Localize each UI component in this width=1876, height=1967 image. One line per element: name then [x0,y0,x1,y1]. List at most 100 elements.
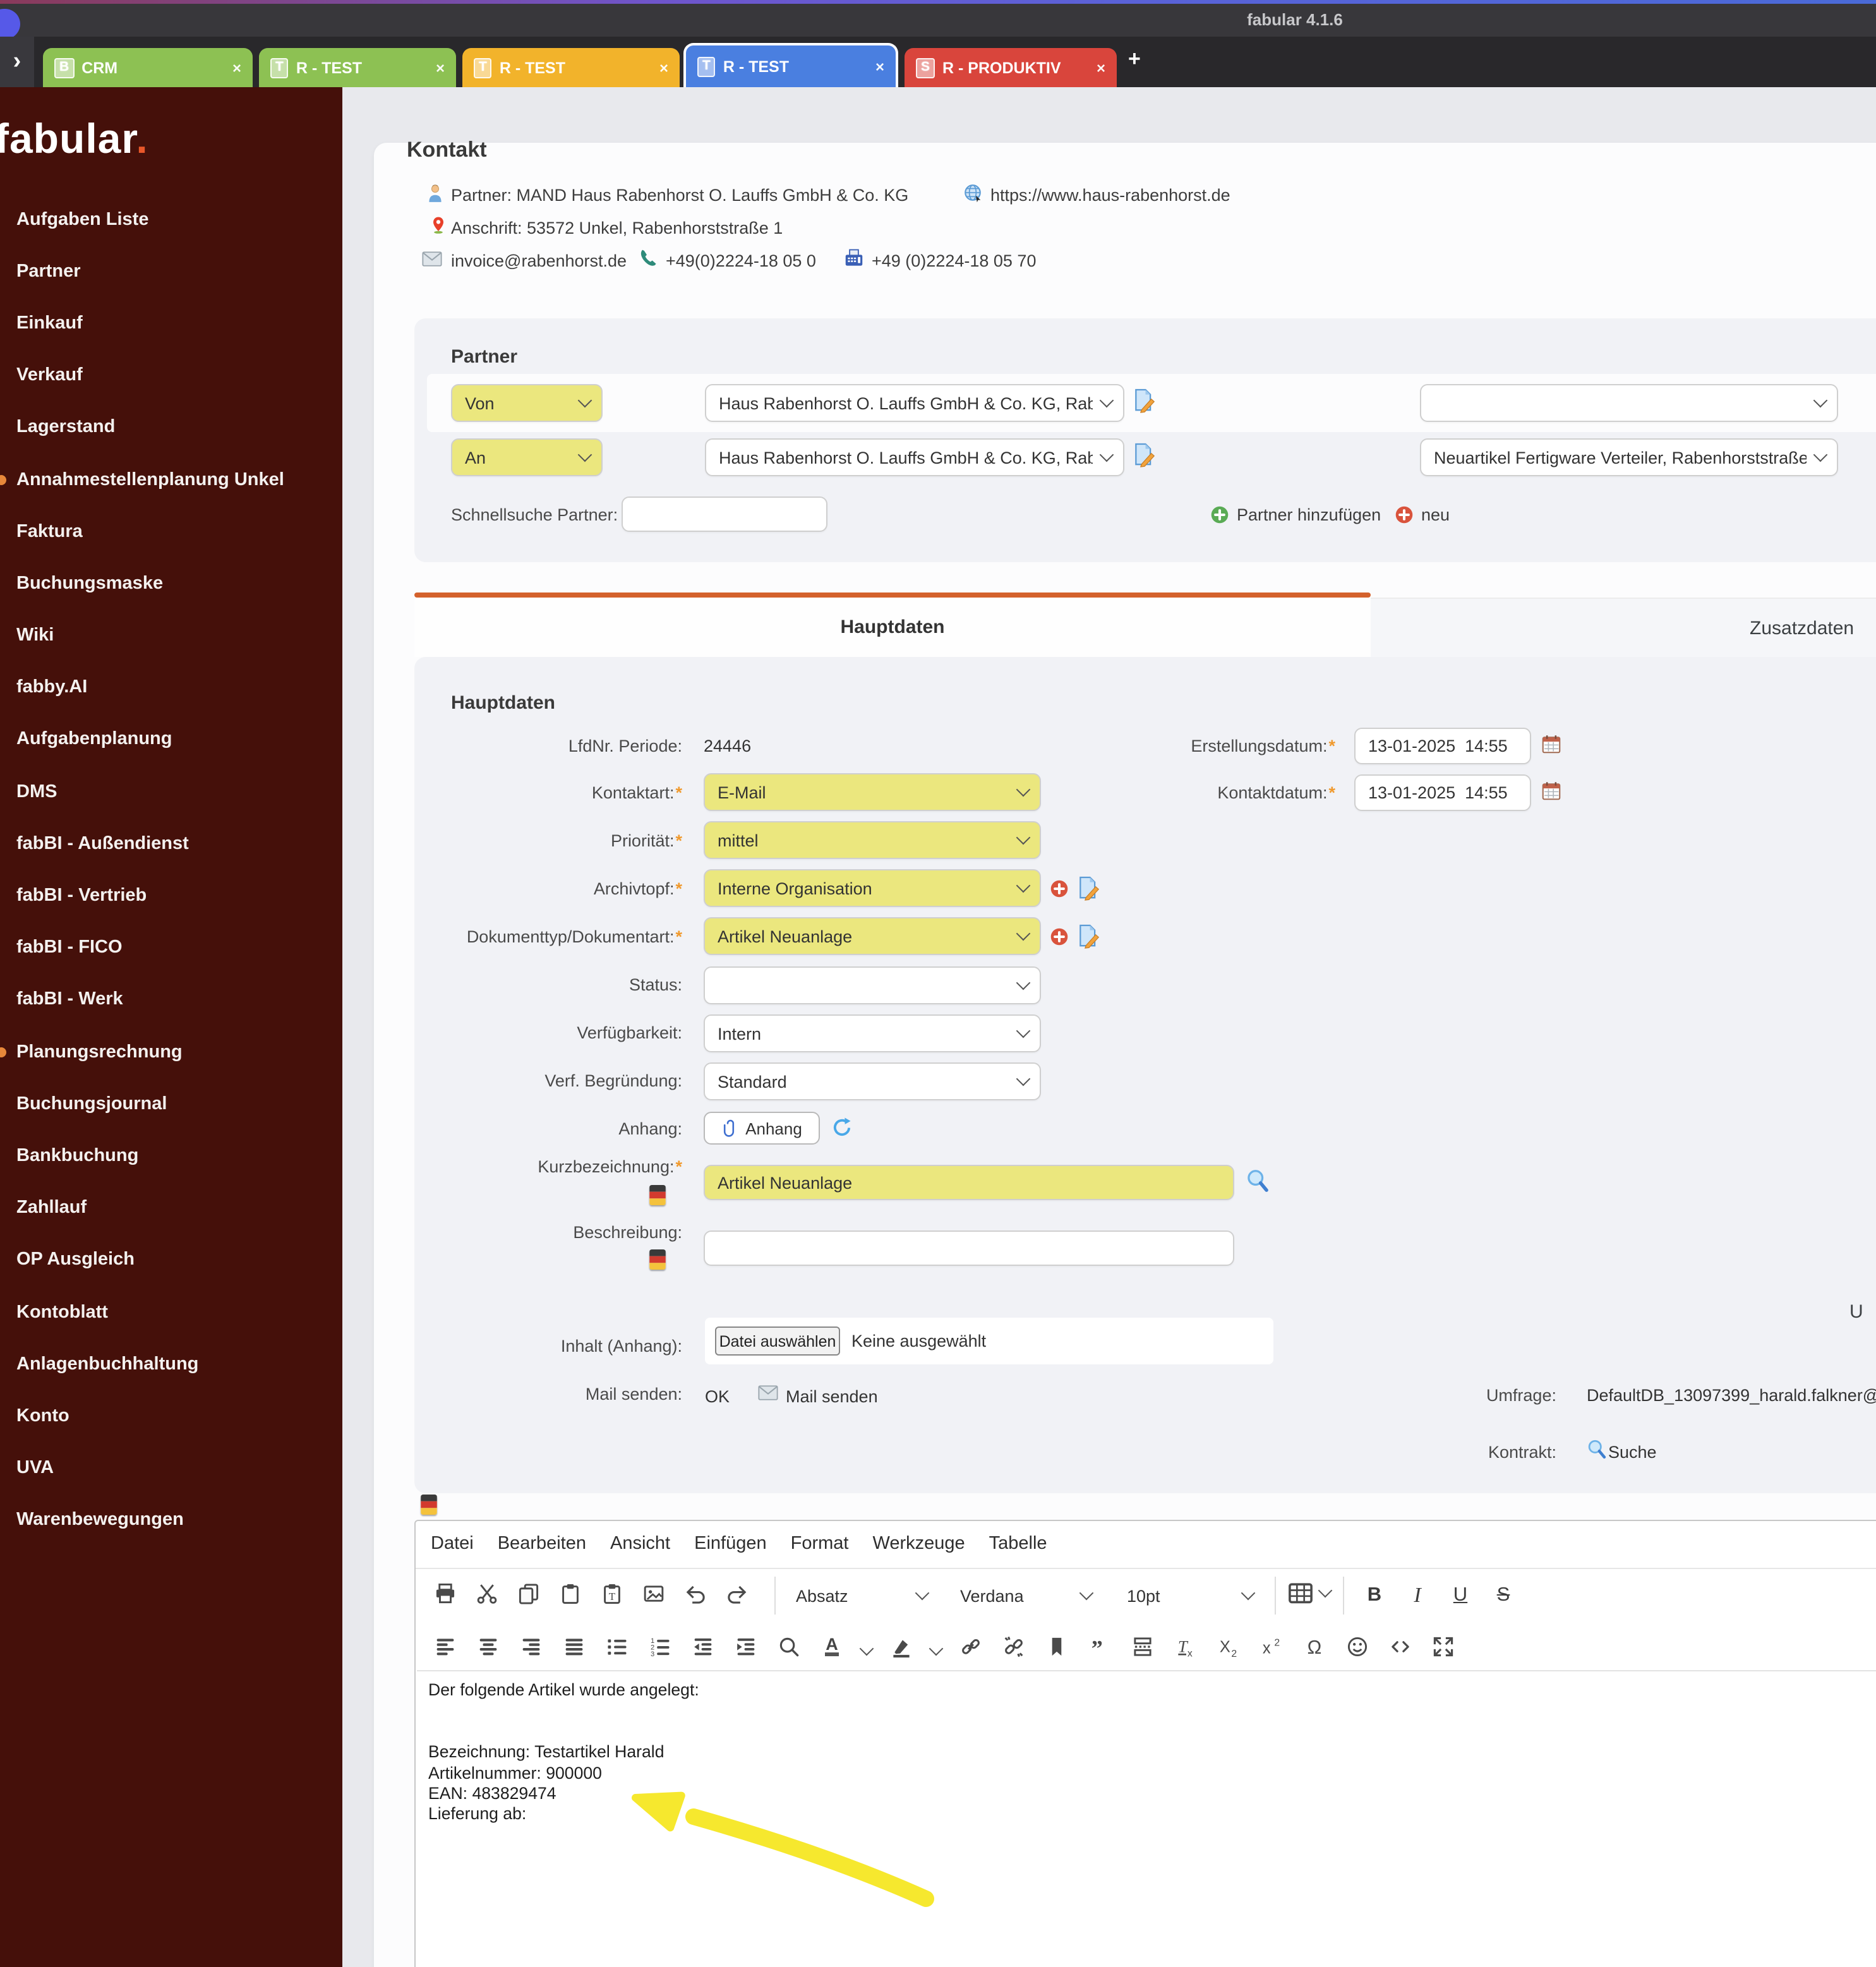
browser-tab-r-produktiv[interactable]: S R - PRODUKTIV × [905,48,1117,87]
sidebar-item-buchungsmaske[interactable]: Buchungsmaske [0,558,342,610]
tab-close-icon[interactable]: × [865,57,884,75]
page-break-icon[interactable] [1129,1631,1156,1661]
table-button[interactable] [1287,1578,1314,1608]
unlink-icon[interactable] [1001,1631,1027,1661]
sidebar-item-op-ausgleich[interactable]: OP Ausgleich [0,1234,342,1286]
window-control-pill[interactable] [0,9,20,39]
tab-close-icon[interactable]: × [426,59,445,76]
sidebar-item-konto[interactable]: Konto [0,1390,342,1442]
editor-menu-bearbeiten[interactable]: Bearbeiten [498,1534,586,1554]
paste-icon[interactable] [557,1578,584,1608]
sidebar-item-anlagenbuchhaltung[interactable]: Anlagenbuchhaltung [0,1338,342,1390]
calendar-icon[interactable] [1541,781,1561,801]
subscript-icon[interactable]: X2 [1215,1631,1242,1661]
verf-begruendung-select[interactable]: Standard [704,1062,1041,1100]
kontaktart-select[interactable]: E-Mail [704,773,1041,811]
sidebar-item-planungsrechnung[interactable]: Planungsrechnung [0,1026,342,1078]
align-justify-icon[interactable] [561,1631,587,1661]
chevron-down-icon[interactable] [1318,1583,1333,1598]
sidebar-item-einkauf[interactable]: Einkauf [0,298,342,349]
prioritaet-select[interactable]: mittel [704,821,1041,859]
editor-menu-ansicht[interactable]: Ansicht [610,1534,670,1554]
sidebar-item-zahllauf[interactable]: Zahllauf [0,1182,342,1234]
search-icon[interactable] [776,1631,802,1661]
bookmark-icon[interactable] [1043,1631,1070,1661]
chevron-down-icon[interactable] [859,1641,874,1656]
sidebar-item-uva[interactable]: UVA [0,1442,342,1494]
contact-url[interactable]: https://www.haus-rabenhorst.de [990,186,1230,205]
sidebar-item-partner[interactable]: Partner [0,245,342,297]
erstellungsdatum-input[interactable]: 13-01-2025 14:55 [1354,728,1531,764]
cut-icon[interactable] [474,1578,500,1608]
editor-menu-format[interactable]: Format [791,1534,849,1554]
refresh-icon[interactable] [831,1117,853,1138]
align-left-icon[interactable] [432,1631,459,1661]
code-icon[interactable] [1387,1631,1414,1661]
editor-menu-einf-gen[interactable]: Einfügen [694,1534,767,1554]
align-center-icon[interactable] [475,1631,502,1661]
sidebar-item-verkauf[interactable]: Verkauf [0,349,342,401]
superscript-icon[interactable]: x2 [1258,1631,1285,1661]
contact-email[interactable]: invoice@rabenhorst.de [451,251,627,270]
list-ul-icon[interactable] [604,1631,630,1661]
link-icon[interactable] [958,1631,984,1661]
browser-tab-r-test[interactable]: T R - TEST × [462,48,680,87]
plus-red-icon[interactable] [1050,927,1069,946]
browser-tab-crm[interactable]: B CRM × [43,48,253,87]
browser-tab-r-test[interactable]: T R - TEST × [683,43,898,87]
highlight-icon[interactable] [888,1631,915,1661]
doc-edit-icon[interactable] [1132,442,1156,467]
doc-edit-icon[interactable] [1076,875,1100,901]
sidebar-item-fabbi-werk[interactable]: fabBI - Werk [0,974,342,1026]
align-right-icon[interactable] [518,1631,544,1661]
strikethrough-button[interactable]: S [1484,1579,1522,1612]
sidebar-item-aufgaben-liste[interactable]: Aufgaben Liste [0,193,342,245]
sidebar-item-buchungsjournal[interactable]: Buchungsjournal [0,1078,342,1129]
fullscreen-icon[interactable] [1430,1631,1457,1661]
partner-an-contact-select[interactable]: Neuartikel Fertigware Verteiler, Rabenho… [1420,438,1838,476]
sidebar-item-warenbewegungen[interactable]: Warenbewegungen [0,1494,342,1546]
browser-tab-r-test[interactable]: T R - TEST × [259,48,456,87]
indent-icon[interactable] [733,1631,759,1661]
plus-red-icon[interactable] [1050,879,1069,898]
magnifier-icon[interactable] [1587,1439,1607,1459]
tab-close-icon[interactable]: × [222,59,241,76]
add-partner-button[interactable]: Partner hinzufügen [1210,505,1381,524]
kontaktdatum-input[interactable]: 13-01-2025 14:55 [1354,774,1531,811]
kontrakt-suche-link[interactable]: Suche [1608,1443,1657,1462]
partner-direction-an-select[interactable]: An [451,438,603,476]
tab-hauptdaten[interactable]: Hauptdaten [414,598,1371,657]
sidebar-item-kontoblatt[interactable]: Kontoblatt [0,1286,342,1338]
undo-icon[interactable] [682,1578,709,1608]
new-tab-button[interactable]: + [1128,47,1141,72]
tab-close-icon[interactable]: × [1086,59,1105,76]
tab-zusatzdaten[interactable]: Zusatzdaten [1371,598,1876,658]
file-select-button[interactable]: Datei auswählen [715,1326,840,1356]
forecolor-icon[interactable]: A [819,1631,845,1661]
list-ol-icon[interactable]: 123 [647,1631,673,1661]
beschreibung-input[interactable] [704,1230,1234,1266]
bold-button[interactable]: B [1356,1579,1393,1612]
image-icon[interactable] [640,1578,667,1608]
partner-von-contact-select[interactable] [1420,384,1838,422]
outdent-icon[interactable] [690,1631,716,1661]
editor-menu-tabelle[interactable]: Tabelle [989,1534,1047,1554]
sidebar-item-dms[interactable]: DMS [0,766,342,817]
sidebar-item-lagerstand[interactable]: Lagerstand [0,402,342,454]
editor-menu-werkzeuge[interactable]: Werkzeuge [872,1534,965,1554]
sidebar-item-fabbi-vertrieb[interactable]: fabBI - Vertrieb [0,870,342,922]
print-icon[interactable] [432,1578,459,1608]
partner-von-partner-select[interactable]: Haus Rabenhorst O. Lauffs GmbH & Co. KG,… [705,384,1124,422]
redo-icon[interactable] [724,1578,750,1608]
status-select[interactable] [704,966,1041,1004]
sidebar-item-fabby-ai[interactable]: fabby.AI [0,661,342,713]
font-family-select[interactable]: Verdana [949,1578,1103,1613]
editor-menu-datei[interactable]: Datei [431,1534,474,1554]
new-partner-button[interactable]: neu [1395,505,1450,524]
sidebar-item-faktura[interactable]: Faktura [0,505,342,557]
font-size-select[interactable]: 10pt [1115,1578,1265,1613]
sidebar-item-fabbi-fico[interactable]: fabBI - FICO [0,922,342,973]
sidebar-item-aufgabenplanung[interactable]: Aufgabenplanung [0,714,342,766]
quick-search-input[interactable] [622,496,827,532]
partner-direction-von-select[interactable]: Von [451,384,603,422]
